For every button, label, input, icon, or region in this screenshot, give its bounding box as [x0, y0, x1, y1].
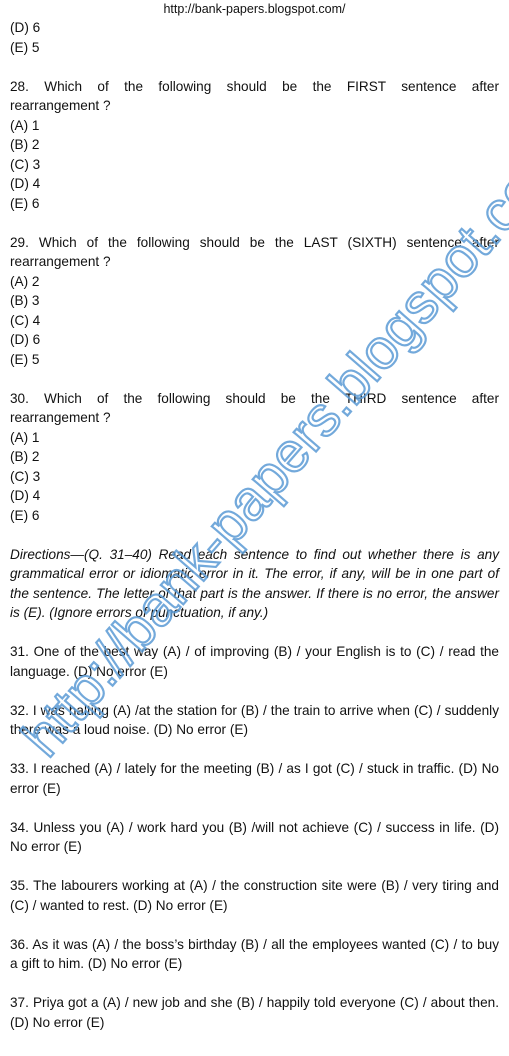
question-text-cont: rearrangement ? — [10, 410, 111, 425]
option: (D) 6 — [10, 332, 41, 347]
question-32: 32. I was halting (A) /at the station fo… — [10, 702, 499, 738]
option: (D) 4 — [10, 488, 41, 503]
option: (B) 2 — [10, 137, 40, 152]
question-35: 35. The labourers working at (A) / the c… — [10, 878, 499, 913]
option: (B) 2 — [10, 449, 40, 464]
option: (B) 3 — [10, 293, 40, 308]
option: (C) 3 — [10, 468, 41, 484]
option: (C) 3 — [10, 156, 41, 172]
question-30: 30. Which of the following should be the… — [10, 389, 499, 526]
question-36: 36. As it was (A) / the boss’s birthday … — [10, 936, 499, 972]
option: (C) 4 — [10, 312, 41, 328]
option: (A) 1 — [10, 117, 40, 133]
question-34: 34. Unless you (A) / work hard you (B) /… — [10, 819, 499, 855]
question-31: 31. One of the best way (A) / of improvi… — [10, 644, 499, 679]
prev-option: (E) 5 — [10, 39, 40, 55]
question-33: 33. I reached (A) / lately for the meeti… — [10, 761, 499, 796]
option: (A) 1 — [10, 429, 40, 445]
question-29: 29. Which of the following should be the… — [10, 233, 499, 370]
question-text-cont: rearrangement ? — [10, 254, 111, 269]
question-text: 29. Which of the following should be the… — [10, 234, 499, 250]
question-text: 28. Which of the following should be the… — [10, 78, 499, 94]
question-28: 28. Which of the following should be the… — [10, 77, 499, 214]
question-text: 30. Which of the following should be the… — [10, 390, 499, 406]
prev-option: (D) 6 — [10, 20, 41, 35]
directions: Directions—(Q. 31–40) Read each sentence… — [10, 546, 499, 621]
header-url: http://bank-papers.blogspot.com/ — [163, 2, 346, 16]
question-37: 37. Priya got a (A) / new job and she (B… — [10, 995, 499, 1030]
option: (A) 2 — [10, 273, 40, 289]
question-text-cont: rearrangement ? — [10, 98, 111, 113]
option: (E) 6 — [10, 507, 40, 523]
option: (E) 6 — [10, 195, 40, 211]
option: (D) 4 — [10, 176, 41, 191]
option: (E) 5 — [10, 351, 40, 367]
document-page: http://bank-papers.blogspot.com/ (D) 6 (… — [10, 0, 499, 1032]
